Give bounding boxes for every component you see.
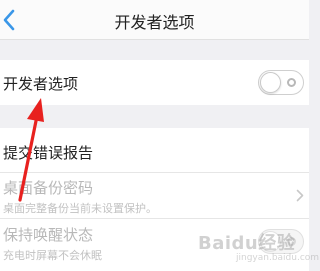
toggle-knob xyxy=(260,72,281,93)
developer-options-label: 开发者选项 xyxy=(3,75,79,93)
title-bar: 开发者选项 xyxy=(0,0,309,40)
developer-options-row[interactable]: 开发者选项 xyxy=(0,60,309,105)
toggle-off-indicator-icon xyxy=(287,78,296,87)
stay-awake-label: 保持唤醒状态 xyxy=(3,226,94,244)
chevron-right-icon xyxy=(296,189,304,202)
desktop-backup-password-label: 桌面备份密码 xyxy=(3,179,94,197)
desktop-backup-password-row[interactable]: 桌面备份密码 桌面完整备份当前未设置保护。 xyxy=(0,173,309,218)
watermark-text: Baidu经验 xyxy=(198,233,296,254)
developer-options-screen: 开发者选项 开发者选项 提交错误报告 桌面备份密码 桌面完整备份当前未设置保护。… xyxy=(0,0,319,271)
developer-options-toggle[interactable] xyxy=(258,70,304,95)
stay-awake-subtitle: 充电时屏幕不会休眠 xyxy=(3,249,102,262)
watermark-subtext: jingyan.baidu.com xyxy=(236,253,320,263)
page-title: 开发者选项 xyxy=(114,13,195,32)
bug-report-label: 提交错误报告 xyxy=(3,144,94,162)
bug-report-row[interactable]: 提交错误报告 xyxy=(0,128,309,172)
desktop-backup-password-subtitle: 桌面完整备份当前未设置保护。 xyxy=(3,202,157,215)
baidu-jingyan-watermark: Baidu经验 jingyan.baidu.com xyxy=(188,226,319,270)
